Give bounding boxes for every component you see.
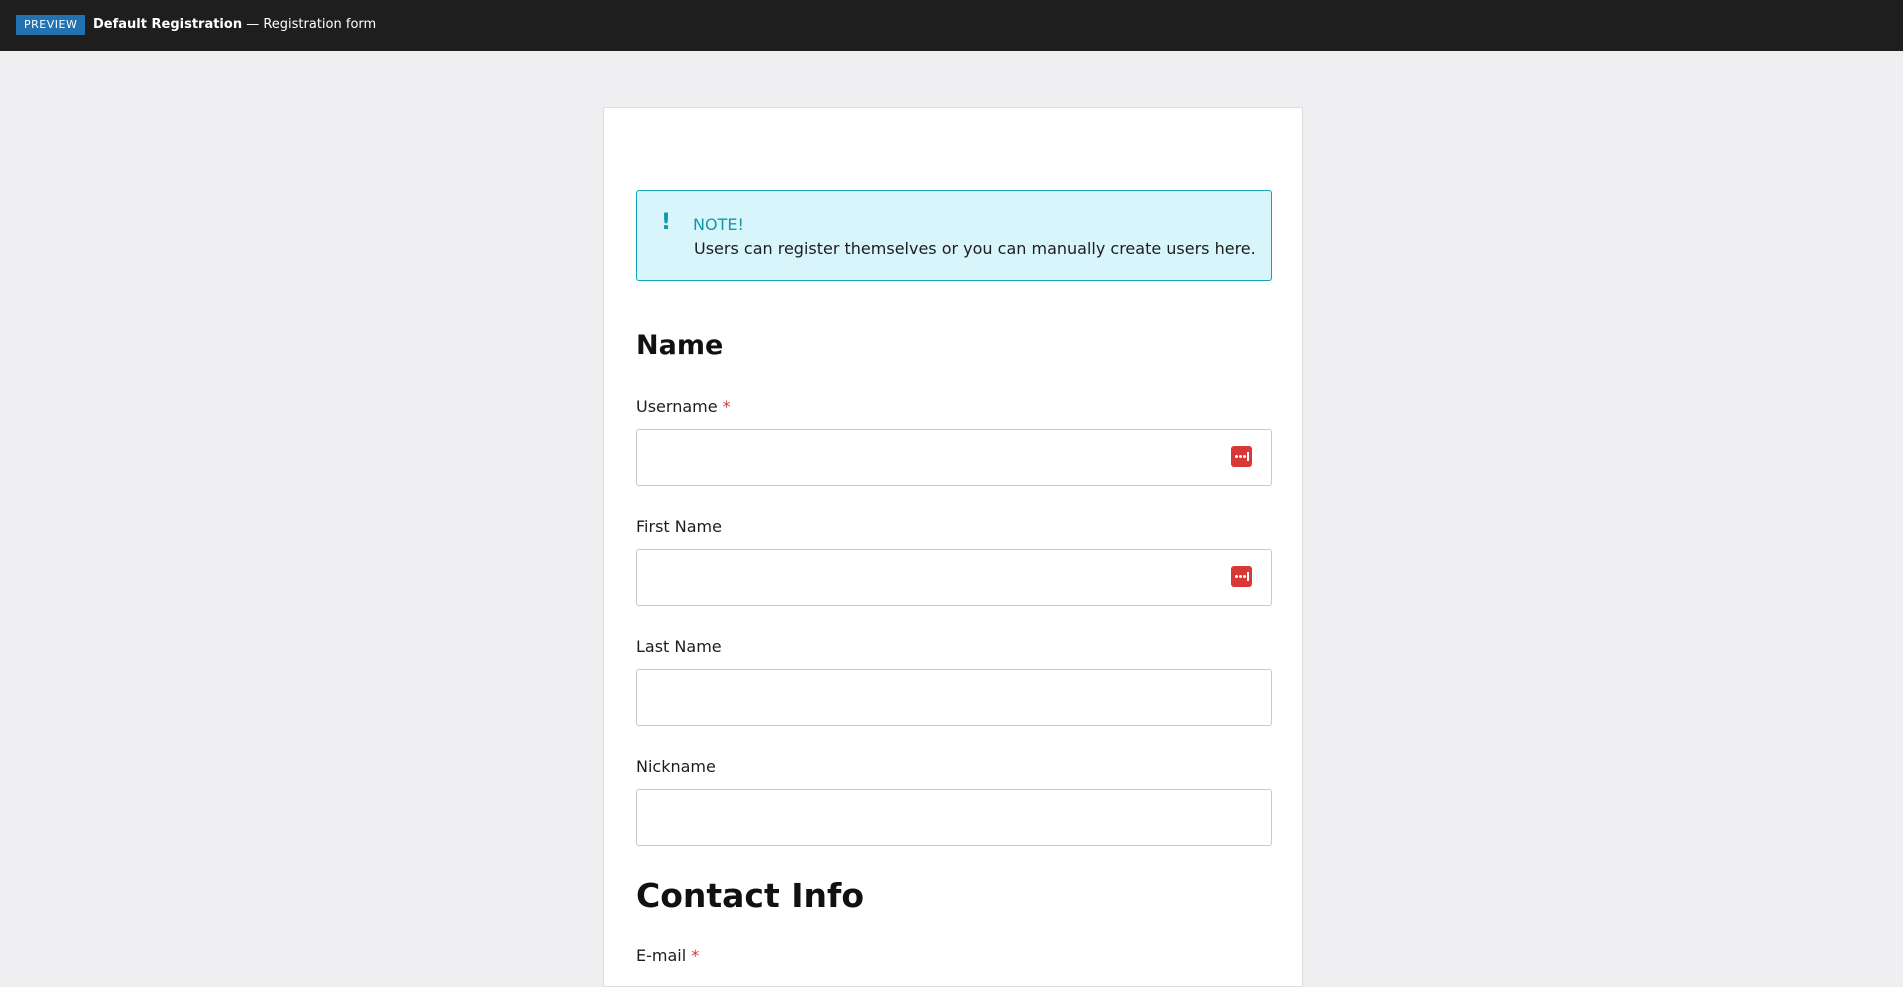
form-subtitle: — Registration form <box>242 17 377 32</box>
registration-form-card: ! NOTE! Users can register themselves or… <box>603 107 1303 987</box>
first-name-label: First Name <box>636 517 722 536</box>
password-manager-icon[interactable] <box>1231 566 1252 587</box>
username-field-wrapper <box>604 429 1304 486</box>
username-label-text: Username <box>636 397 718 416</box>
form-name: Default Registration <box>93 17 243 32</box>
preview-topbar: PREVIEW Default Registration — Registrat… <box>0 0 1903 51</box>
password-manager-icon[interactable] <box>1231 446 1252 467</box>
section-heading-contact-info: Contact Info <box>636 876 865 915</box>
nickname-input[interactable] <box>636 789 1272 846</box>
note-notice: ! NOTE! Users can register themselves or… <box>636 190 1272 281</box>
username-input[interactable] <box>636 429 1272 486</box>
email-label-text: E-mail <box>636 946 687 965</box>
required-marker: * <box>722 397 731 416</box>
first-name-field-wrapper <box>604 549 1304 606</box>
notice-title: NOTE! <box>693 215 744 234</box>
last-name-label: Last Name <box>636 637 722 656</box>
preview-badge: PREVIEW <box>16 15 86 35</box>
section-heading-name: Name <box>636 330 724 361</box>
notice-text: Users can register themselves or you can… <box>694 239 1256 258</box>
nickname-label: Nickname <box>636 757 716 776</box>
form-title: Default Registration — Registration form <box>93 16 376 33</box>
username-label: Username * <box>636 397 731 417</box>
email-label: E-mail * <box>636 946 699 966</box>
last-name-input[interactable] <box>636 669 1272 726</box>
exclamation-icon: ! <box>661 210 672 235</box>
required-marker: * <box>691 946 700 965</box>
first-name-input[interactable] <box>636 549 1272 606</box>
